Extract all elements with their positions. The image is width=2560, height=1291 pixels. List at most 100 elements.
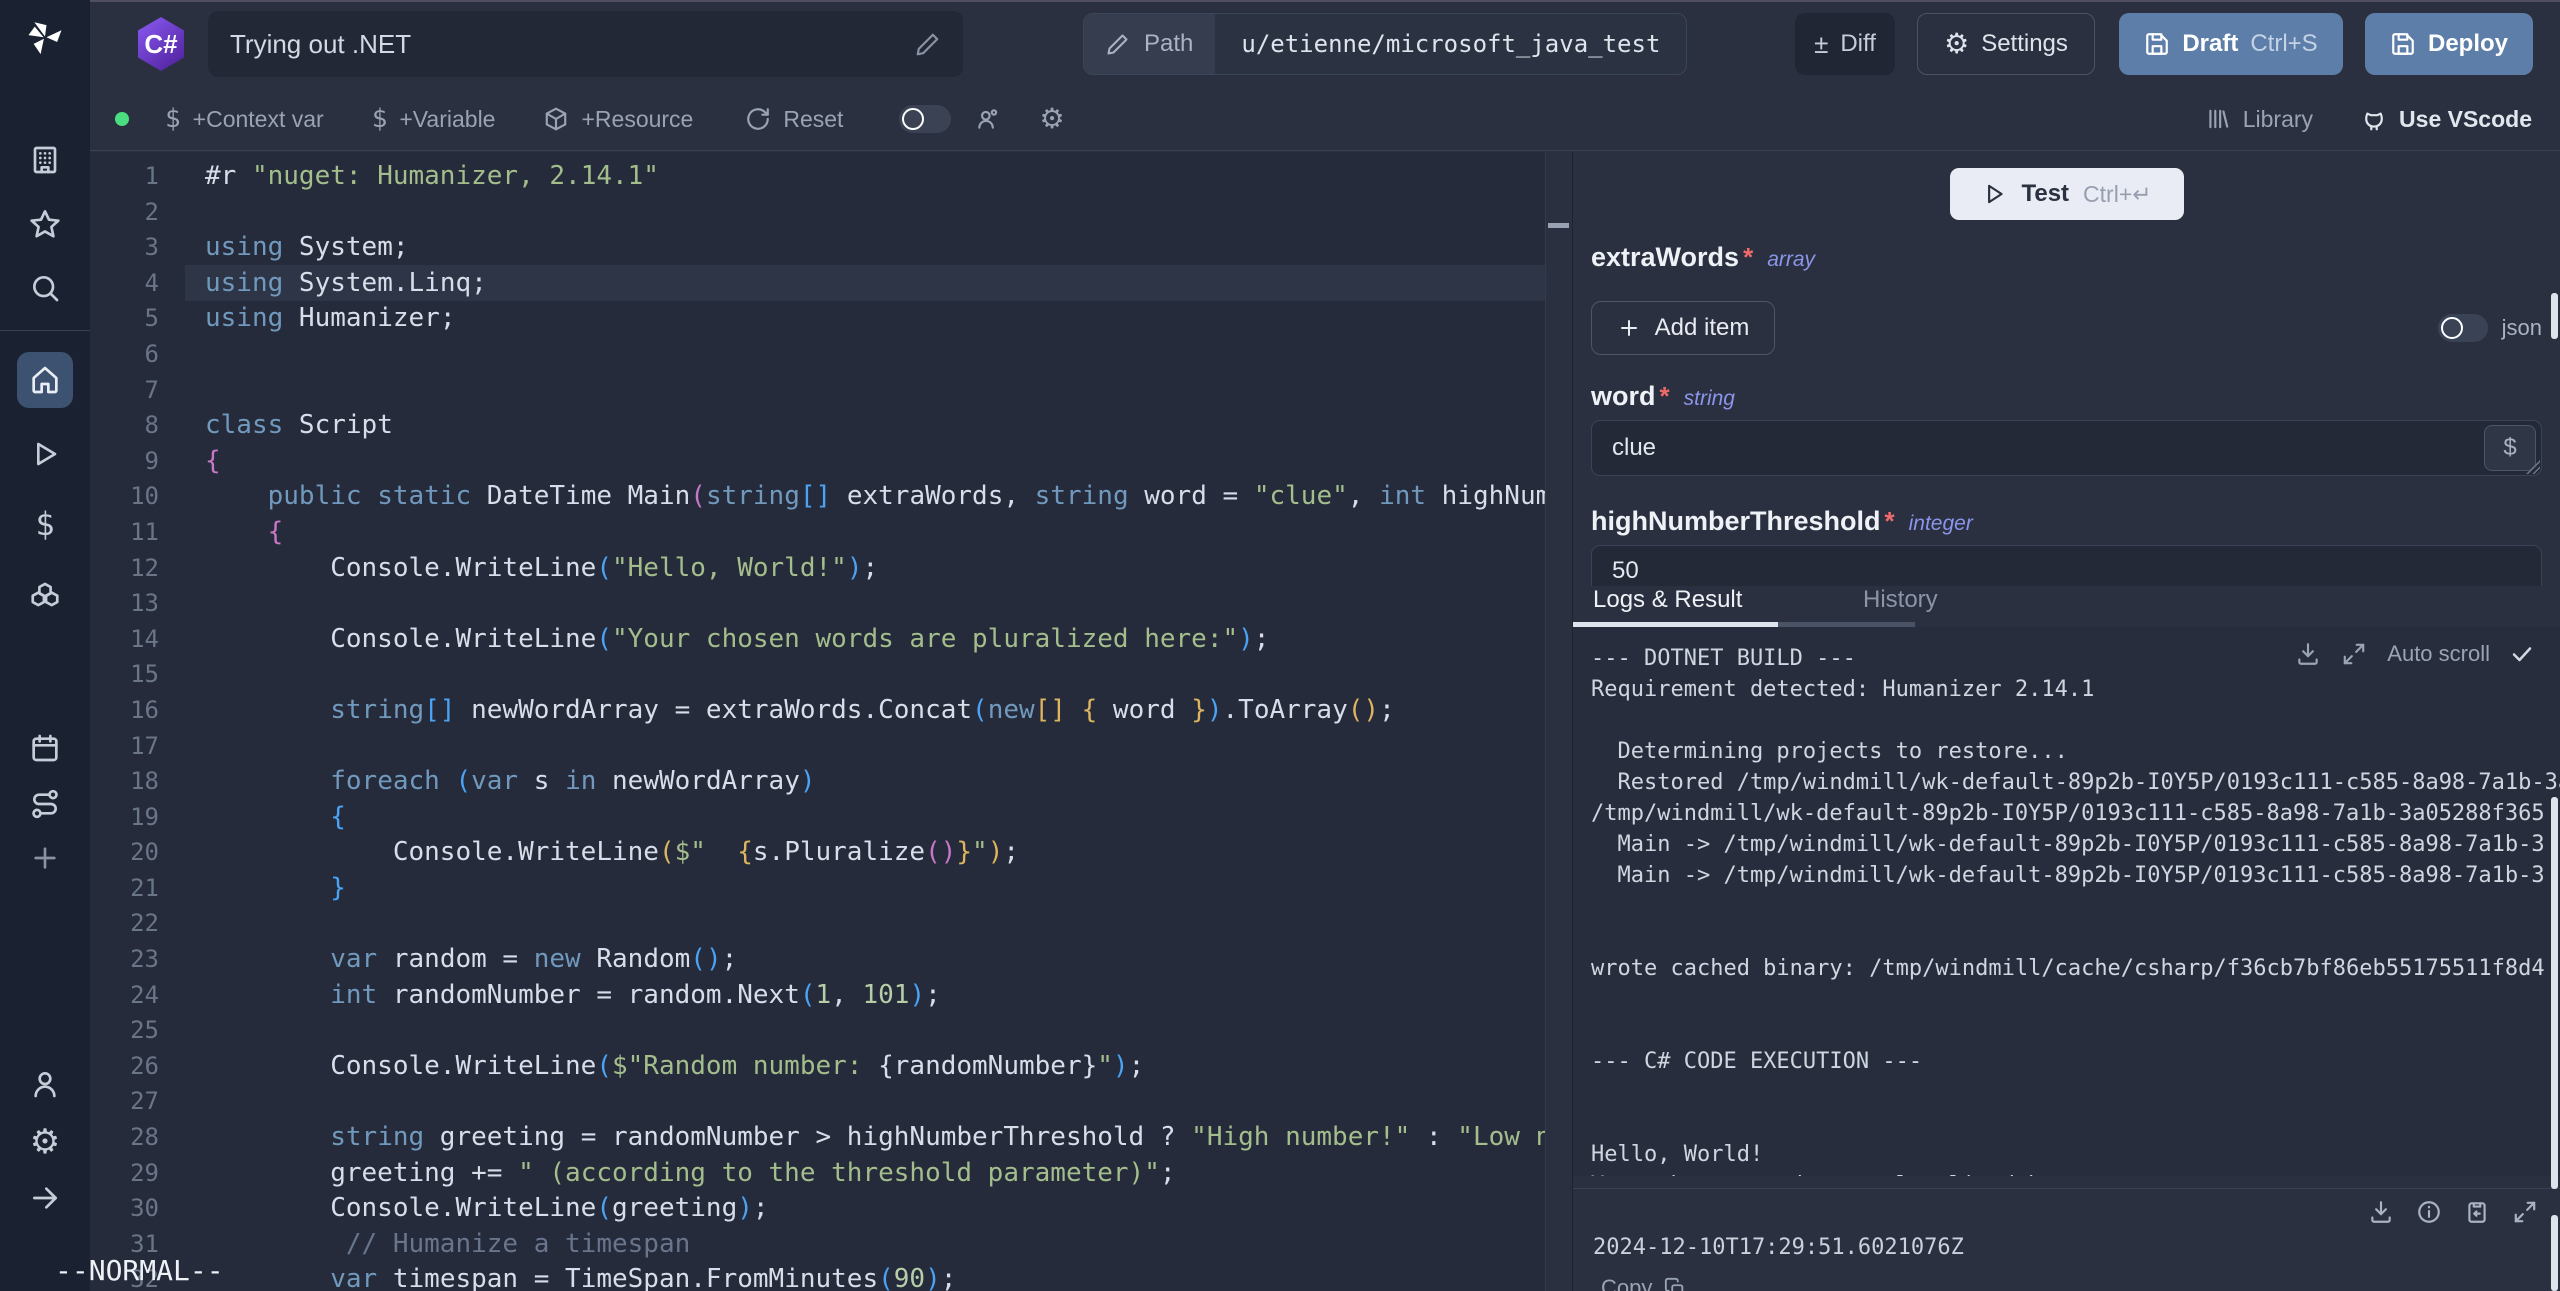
sidebar-item-add[interactable] — [0, 830, 90, 886]
line-number: 3 — [90, 230, 159, 266]
download-logs-icon[interactable] — [2295, 641, 2321, 667]
auto-scroll-checkbox[interactable] — [2510, 642, 2534, 666]
log-line — [1591, 1015, 2560, 1046]
line-number: 24 — [90, 978, 159, 1014]
log-line: Hello, World! — [1591, 1139, 2560, 1170]
top-header: C# Trying out .NET Path u/etienne/micros… — [90, 0, 2560, 88]
code-line — [205, 337, 1572, 373]
info-icon[interactable] — [2416, 1199, 2442, 1225]
add-resource-button[interactable]: +Resource — [543, 106, 693, 133]
path-field[interactable]: Path u/etienne/microsoft_java_test — [1083, 13, 1687, 75]
tab-history[interactable]: History — [1863, 586, 1938, 614]
sidebar-expand-button[interactable] — [0, 1170, 90, 1226]
add-context-var-button[interactable]: $ +Context var — [165, 104, 324, 134]
editor-settings-button[interactable]: ⚙ — [1039, 105, 1064, 133]
log-line: Determining projects to restore... — [1591, 736, 2560, 767]
line-number: 2 — [90, 195, 159, 231]
arguments-form: Test Ctrl+↵ extraWords * array Add item … — [1573, 152, 2560, 586]
edit-path-pencil-icon — [1106, 32, 1130, 56]
result-scrollbar-thumb[interactable] — [2551, 1215, 2558, 1291]
line-number: 26 — [90, 1049, 159, 1085]
sidebar-item-runs[interactable] — [0, 426, 90, 482]
windmill-logo-icon — [23, 16, 67, 60]
plus-icon — [29, 842, 61, 874]
log-line — [1591, 1108, 2560, 1139]
toggle-knob — [2441, 317, 2463, 339]
draft-button[interactable]: Draft Ctrl+S — [2119, 13, 2343, 75]
logs-scrollbar-thumb[interactable] — [2551, 797, 2558, 1189]
code-editor[interactable]: 1234567891011121314151617181920212223242… — [90, 152, 1572, 1291]
json-toggle[interactable] — [2438, 314, 2488, 342]
settings-button[interactable]: ⚙ Settings — [1917, 13, 2095, 75]
code-line: Console.WriteLine("Your chosen words are… — [205, 622, 1572, 658]
diff-button[interactable]: ± Diff — [1795, 13, 1895, 75]
line-number: 19 — [90, 800, 159, 836]
sidebar-item-search[interactable] — [0, 260, 90, 316]
resize-handle[interactable] — [2526, 460, 2540, 474]
library-button[interactable]: Library — [2205, 106, 2313, 133]
add-item-button[interactable]: Add item — [1591, 301, 1775, 355]
dollar-icon: $ — [35, 505, 54, 543]
editor-scrollbar[interactable] — [1545, 152, 1572, 1291]
download-result-icon[interactable] — [2368, 1199, 2394, 1225]
code-line: // Humanize a timespan — [205, 1227, 1572, 1263]
sidebar-item-settings[interactable]: ⚙ — [0, 1114, 90, 1170]
add-variable-button[interactable]: $ +Variable — [372, 104, 496, 134]
threshold-input-wrap — [1591, 545, 2542, 586]
logs-panel[interactable]: --- DOTNET BUILD ---Requirement detected… — [1573, 627, 2560, 1176]
line-number: 20 — [90, 835, 159, 871]
sidebar-item-flows[interactable] — [0, 776, 90, 832]
field-label-extrawords: extraWords * array — [1591, 242, 2542, 273]
expand-result-icon[interactable] — [2512, 1199, 2538, 1225]
expand-logs-icon[interactable] — [2341, 641, 2367, 667]
line-number: 25 — [90, 1013, 159, 1049]
deploy-button[interactable]: Deploy — [2365, 13, 2533, 75]
path-label: Path — [1144, 30, 1193, 58]
args-scrollbar-thumb[interactable] — [2551, 293, 2558, 339]
code-line: foreach (var s in newWordArray) — [205, 764, 1572, 800]
edit-title-pencil-icon[interactable] — [915, 31, 941, 57]
users-icon — [975, 106, 1001, 132]
save-icon — [2390, 31, 2416, 57]
multiplayer-button[interactable] — [975, 106, 1001, 132]
line-number: 30 — [90, 1191, 159, 1227]
play-icon — [1981, 181, 2007, 207]
log-lines: --- DOTNET BUILD ---Requirement detected… — [1591, 643, 2560, 1176]
sidebar-item-resources[interactable] — [0, 569, 90, 625]
line-number: 9 — [90, 444, 159, 480]
editor-toolbar: $ +Context var $ +Variable +Resource Res… — [90, 88, 2560, 151]
log-line — [1591, 922, 2560, 953]
copy-button[interactable]: Copy — [1601, 1275, 1686, 1291]
windmill-logo[interactable] — [0, 10, 90, 66]
sidebar-item-home[interactable] — [17, 352, 73, 408]
clipboard-icon[interactable] — [2464, 1199, 2490, 1225]
reset-button[interactable]: Reset — [745, 106, 843, 133]
threshold-input[interactable] — [1591, 545, 2542, 586]
code-line — [205, 906, 1572, 942]
diff-mode-toggle[interactable] — [899, 105, 951, 133]
use-vscode-button[interactable]: Use VScode — [2361, 106, 2532, 133]
log-line: --- C# CODE EXECUTION --- — [1591, 1046, 2560, 1077]
sidebar-item-schedules[interactable] — [0, 720, 90, 776]
code-line — [205, 1084, 1572, 1120]
line-number: 14 — [90, 622, 159, 658]
code-line: using Humanizer; — [205, 301, 1572, 337]
sidebar-item-account[interactable] — [0, 1056, 90, 1112]
package-icon — [543, 106, 569, 132]
gear-icon: ⚙ — [1039, 105, 1064, 133]
word-input[interactable] — [1591, 420, 2542, 476]
line-number: 23 — [90, 942, 159, 978]
tab-logs-result[interactable]: Logs & Result — [1593, 586, 1742, 614]
script-title-field[interactable]: Trying out .NET — [208, 11, 963, 77]
sidebar-item-favorites[interactable] — [0, 196, 90, 252]
code-line: string[] newWordArray = extraWords.Conca… — [205, 693, 1572, 729]
code-line: using System; — [205, 230, 1572, 266]
home-icon — [29, 364, 61, 396]
test-button[interactable]: Test Ctrl+↵ — [1950, 168, 2184, 220]
sidebar-divider — [0, 330, 90, 331]
toggle-knob — [902, 108, 924, 130]
sidebar-item-variables[interactable]: $ — [0, 496, 90, 552]
sidebar-item-workspace[interactable] — [0, 132, 90, 188]
code-line — [205, 373, 1572, 409]
run-panel: Test Ctrl+↵ extraWords * array Add item … — [1572, 152, 2560, 1291]
